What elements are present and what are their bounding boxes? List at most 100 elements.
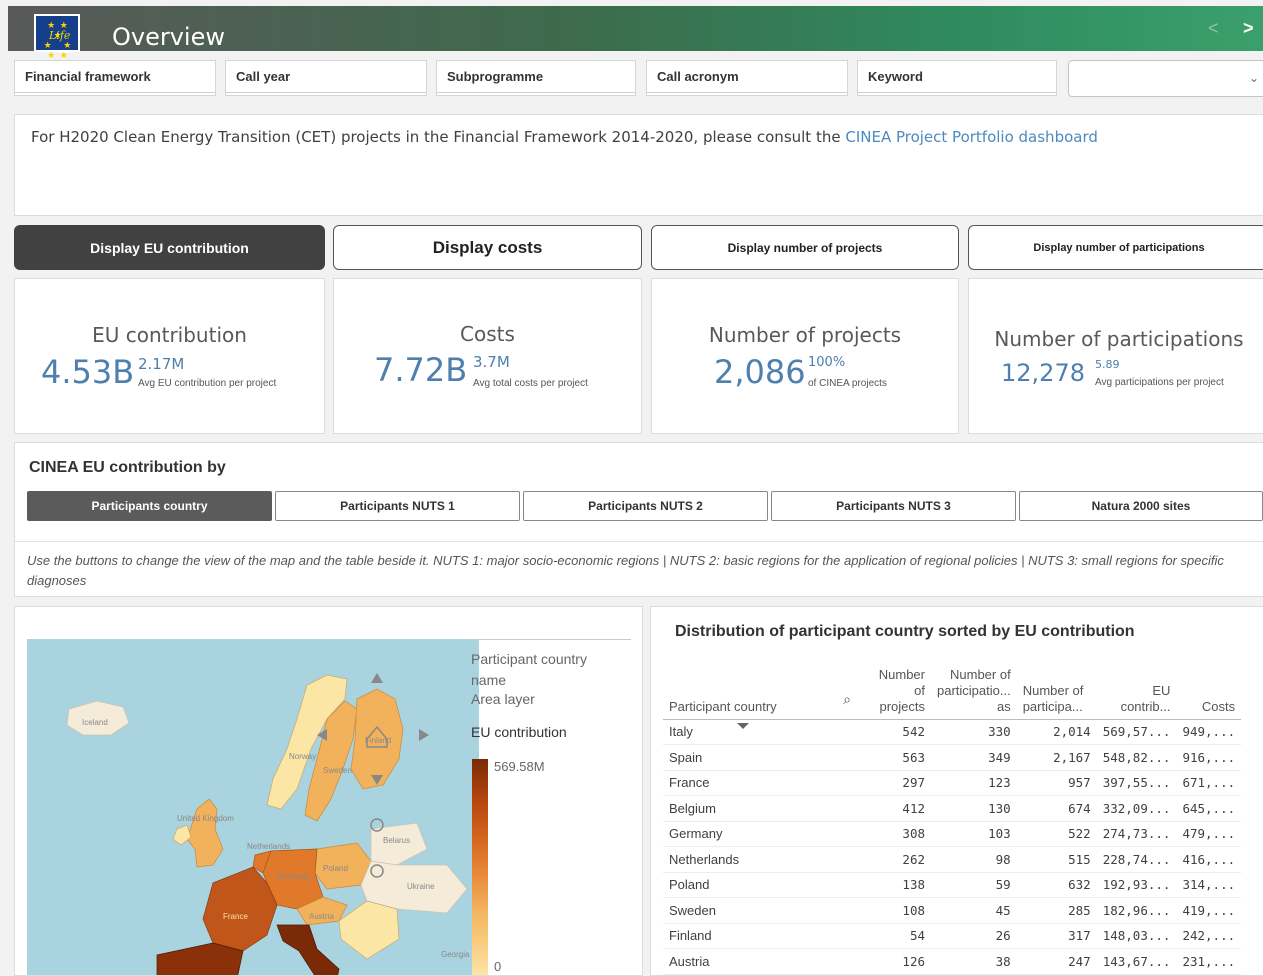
kpi-title: Number of projects (708, 323, 902, 347)
cell-costs: 416,... (1176, 846, 1242, 873)
map-italy[interactable] (276, 924, 340, 976)
kpi-title: Number of participations (994, 327, 1244, 351)
kpi-value: 4.53B (41, 353, 135, 391)
cell-participations: 515 (1016, 846, 1097, 873)
seg-participants-country[interactable]: Participants country (27, 491, 272, 521)
map-spain[interactable] (156, 942, 244, 976)
col-header-participations-as[interactable]: Number of participatio... as (931, 653, 1017, 720)
cell-costs: 916,... (1176, 744, 1242, 771)
map-label: Ukraine (407, 882, 435, 891)
pan-up-icon[interactable] (371, 673, 383, 683)
filter-call-acronym[interactable]: Call acronym (646, 60, 848, 96)
kpi-value: 2,086 (714, 353, 806, 391)
col-header-label: Participant country (669, 698, 777, 714)
kpi-title: EU contribution (92, 323, 247, 347)
kpi-sup: 3.7M (473, 353, 510, 371)
cell-projects: 138 (863, 872, 931, 898)
table-row[interactable]: France 297 123 957 397,55... 671,... (663, 770, 1242, 796)
col-header-projects[interactable]: Number of projects (863, 653, 931, 720)
cell-eu-contribution: 228,74... (1096, 846, 1177, 873)
cell-costs: 671,... (1176, 770, 1242, 796)
legend-max: 569.58M (494, 759, 545, 774)
table-row[interactable]: Netherlands 262 98 515 228,74... 416,... (663, 846, 1242, 873)
cell-projects: 542 (863, 719, 931, 745)
col-header-costs[interactable]: Costs (1176, 653, 1242, 720)
filter-call-year[interactable]: Call year (225, 60, 427, 96)
col-header-country[interactable]: ⌕ Participant country (663, 653, 863, 720)
filter-financial-framework[interactable]: Financial framework (14, 60, 216, 96)
map-label: United Kingdom (177, 814, 234, 823)
kpi-sup: 100% (808, 355, 846, 370)
kpi-value: 7.72B (374, 351, 468, 389)
map-balkans[interactable] (338, 900, 400, 960)
cell-eu-contribution: 397,55... (1096, 770, 1177, 796)
seg-natura2000[interactable]: Natura 2000 sites (1019, 491, 1263, 521)
europe-map[interactable]: Iceland Finland Sweden Norway United Kin… (27, 639, 479, 976)
cell-projects: 54 (863, 923, 931, 949)
chevron-down-icon: ⌄ (1248, 71, 1259, 85)
map-ireland[interactable] (172, 824, 192, 846)
cell-participations: 632 (1016, 872, 1097, 898)
col-header-participations[interactable]: Number of participa... (1016, 653, 1097, 720)
kpi-sub: Avg EU contribution per project (138, 378, 277, 389)
map-label: Netherlands (247, 842, 290, 851)
filter-dropdown[interactable]: ⌄ (1068, 60, 1263, 97)
table-row[interactable]: Germany 308 103 522 274,73... 479,... (663, 821, 1242, 847)
cell-participations: 317 (1016, 923, 1097, 949)
top-bar: ★ ★ ★★ ★★ ★ ★ Life Overview (8, 6, 1263, 70)
seg-nuts3[interactable]: Participants NUTS 3 (771, 491, 1016, 521)
table-row[interactable]: Austria 126 38 247 143,67... 231,... (663, 948, 1242, 975)
search-icon[interactable]: ⌕ (843, 691, 851, 707)
cell-participations: 957 (1016, 770, 1097, 796)
table-row[interactable]: Spain 563 349 2,167 548,82... 916,... (663, 744, 1242, 771)
cinea-portfolio-link[interactable]: CINEA Project Portfolio dashboard (845, 128, 1098, 146)
divider (15, 541, 1263, 542)
display-costs-button[interactable]: Display costs (333, 225, 642, 270)
seg-nuts2[interactable]: Participants NUTS 2 (523, 491, 768, 521)
cell-participations: 674 (1016, 795, 1097, 822)
display-eu-contribution-button[interactable]: Display EU contribution (14, 225, 325, 270)
notice-panel: For H2020 Clean Energy Transition (CET) … (14, 114, 1263, 216)
filter-subprogramme[interactable]: Subprogramme (436, 60, 636, 96)
cell-eu-contribution: 548,82... (1096, 744, 1177, 771)
page-title: Overview (112, 23, 225, 51)
map-label: Sweden (323, 766, 352, 775)
seg-nuts1[interactable]: Participants NUTS 1 (275, 491, 520, 521)
cell-eu-contribution: 332,09... (1096, 795, 1177, 822)
cell-country: Sweden (663, 897, 863, 924)
pan-right-icon[interactable] (419, 729, 429, 741)
table-row[interactable]: Belgium 412 130 674 332,09... 645,... (663, 795, 1242, 822)
table-row[interactable]: Italy 542 330 2,014 569,57... 949,... (663, 719, 1242, 745)
kpi-value: 12,278 (1001, 359, 1085, 387)
cell-costs: 645,... (1176, 795, 1242, 822)
cell-participations-as: 98 (931, 846, 1017, 873)
table-row[interactable]: Finland 54 26 317 148,03... 242,... (663, 923, 1242, 949)
filter-keyword[interactable]: Keyword (857, 60, 1057, 96)
section-title: CINEA EU contribution by (29, 459, 226, 476)
contribution-by-section: CINEA EU contribution by Participants co… (14, 442, 1263, 597)
kpi-sub: Avg total costs per project (473, 378, 588, 389)
cell-participations-as: 26 (931, 923, 1017, 949)
table-row[interactable]: Sweden 108 45 285 182,96... 419,... (663, 897, 1242, 924)
display-participations-button[interactable]: Display number of participations (968, 225, 1263, 270)
cell-country: Belgium (663, 795, 863, 822)
map-label: Austria (309, 912, 334, 921)
map-label: Georgia (441, 950, 470, 959)
display-projects-button[interactable]: Display number of projects (651, 225, 959, 270)
legend-divider (471, 639, 631, 640)
col-header-eu-contribution[interactable]: EU contrib... (1096, 653, 1177, 720)
cell-participations: 2,014 (1016, 719, 1097, 745)
cell-costs: 479,... (1176, 821, 1242, 847)
chevron-left-icon[interactable]: < (1208, 18, 1219, 39)
map-panel: Iceland Finland Sweden Norway United Kin… (14, 606, 643, 976)
legend-color-scale (472, 759, 488, 975)
cell-country: Spain (663, 744, 863, 771)
table-row[interactable]: Poland 138 59 632 192,93... 314,... (663, 872, 1242, 898)
cell-country: Finland (663, 923, 863, 949)
chevron-right-icon[interactable]: > (1243, 18, 1254, 39)
map-uk[interactable] (186, 798, 224, 868)
cell-projects: 308 (863, 821, 931, 847)
cell-country: Netherlands (663, 846, 863, 873)
cell-country: Poland (663, 872, 863, 898)
distribution-table: ⌕ Participant country Number of projects… (663, 653, 1242, 975)
